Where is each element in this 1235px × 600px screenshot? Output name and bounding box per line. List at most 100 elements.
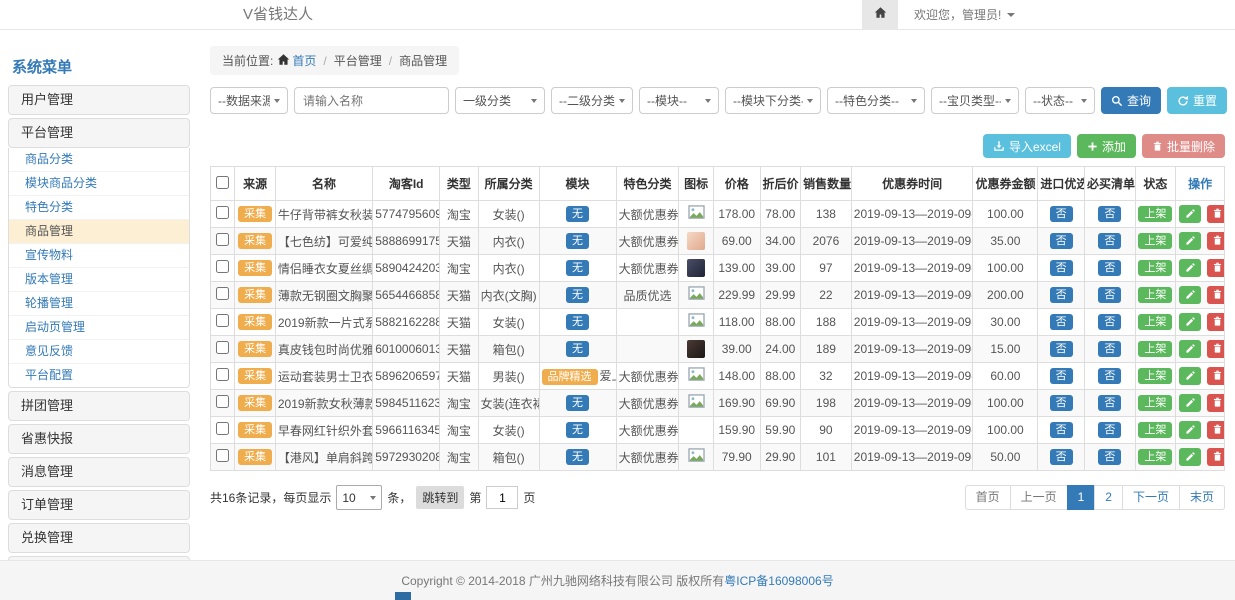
import-featured-badge[interactable]: 否 (1050, 422, 1073, 438)
must-buy-badge[interactable]: 否 (1098, 206, 1121, 222)
status-badge[interactable]: 上架 (1138, 422, 1172, 438)
jump-button[interactable]: 跳转到 (416, 486, 464, 509)
row-checkbox[interactable] (216, 449, 229, 462)
page-button-first[interactable]: 首页 (965, 485, 1011, 510)
query-button[interactable]: 查询 (1101, 87, 1161, 114)
reset-button[interactable]: 重置 (1167, 87, 1227, 114)
delete-button[interactable] (1207, 394, 1225, 412)
row-checkbox[interactable] (216, 206, 229, 219)
row-checkbox[interactable] (216, 314, 229, 327)
jump-page-input[interactable] (486, 486, 518, 509)
delete-button[interactable] (1207, 232, 1225, 250)
icp-link[interactable]: 粤ICP备16098006号 (724, 572, 833, 589)
delete-button[interactable] (1207, 205, 1225, 223)
sidebar-item-goods-category[interactable]: 商品分类 (9, 148, 189, 172)
sidebar-section-order[interactable]: 订单管理 (8, 490, 190, 520)
edit-button[interactable] (1179, 286, 1201, 304)
sidebar-item-platform-config[interactable]: 平台配置 (9, 364, 189, 387)
import-featured-badge[interactable]: 否 (1050, 341, 1073, 357)
page-button-next[interactable]: 下一页 (1122, 485, 1180, 510)
page-button-last[interactable]: 末页 (1179, 485, 1225, 510)
delete-button[interactable] (1207, 259, 1225, 277)
edit-button[interactable] (1179, 448, 1201, 466)
sidebar-item-goods-management[interactable]: 商品管理 (9, 220, 189, 244)
must-buy-badge[interactable]: 否 (1098, 314, 1121, 330)
row-checkbox[interactable] (216, 287, 229, 300)
import-featured-badge[interactable]: 否 (1050, 314, 1073, 330)
sidebar-item-feedback[interactable]: 意见反馈 (9, 340, 189, 364)
status-badge[interactable]: 上架 (1138, 260, 1172, 276)
filter-select-item-type[interactable]: --宝贝类型-- (931, 87, 1019, 114)
sidebar-section-exchange[interactable]: 兑换管理 (8, 523, 190, 553)
filter-select-module[interactable]: --模块-- (639, 87, 719, 114)
must-buy-badge[interactable]: 否 (1098, 422, 1121, 438)
import-featured-badge[interactable]: 否 (1050, 233, 1073, 249)
delete-button[interactable] (1207, 421, 1225, 439)
must-buy-badge[interactable]: 否 (1098, 395, 1121, 411)
status-badge[interactable]: 上架 (1138, 287, 1172, 303)
page-button-1[interactable]: 1 (1067, 485, 1096, 510)
must-buy-badge[interactable]: 否 (1098, 260, 1121, 276)
status-badge[interactable]: 上架 (1138, 368, 1172, 384)
filter-select-status[interactable]: --状态-- (1025, 87, 1095, 114)
status-badge[interactable]: 上架 (1138, 395, 1172, 411)
delete-button[interactable] (1207, 340, 1225, 358)
import-featured-badge[interactable]: 否 (1050, 206, 1073, 222)
sidebar-section-platform[interactable]: 平台管理 (8, 118, 190, 148)
filter-select-data-source[interactable]: --数据来源-- (210, 87, 288, 114)
must-buy-badge[interactable]: 否 (1098, 368, 1121, 384)
must-buy-badge[interactable]: 否 (1098, 449, 1121, 465)
filter-select-feature-category[interactable]: --特色分类-- (827, 87, 925, 114)
must-buy-badge[interactable]: 否 (1098, 341, 1121, 357)
filter-select-level2-category[interactable]: --二级分类-- (551, 87, 633, 114)
import-featured-badge[interactable]: 否 (1050, 449, 1073, 465)
row-checkbox[interactable] (216, 368, 229, 381)
batch-delete-button[interactable]: 批量删除 (1142, 134, 1225, 158)
edit-button[interactable] (1179, 313, 1201, 331)
edit-button[interactable] (1179, 367, 1201, 385)
filter-select-module-subcategory[interactable]: --模块下分类-- (725, 87, 821, 114)
delete-button[interactable] (1207, 448, 1225, 466)
edit-button[interactable] (1179, 421, 1201, 439)
row-checkbox[interactable] (216, 395, 229, 408)
user-menu[interactable]: 欢迎您，管理员! (914, 6, 1015, 23)
import-featured-badge[interactable]: 否 (1050, 368, 1073, 384)
import-featured-badge[interactable]: 否 (1050, 260, 1073, 276)
breadcrumb-home-link[interactable]: 首页 (292, 54, 316, 68)
home-button[interactable] (862, 0, 898, 29)
sidebar-item-splash-page[interactable]: 启动页管理 (9, 316, 189, 340)
must-buy-badge[interactable]: 否 (1098, 287, 1121, 303)
page-button-2[interactable]: 2 (1094, 485, 1123, 510)
sidebar-section-express-news[interactable]: 省惠快报 (8, 424, 190, 454)
row-checkbox[interactable] (216, 341, 229, 354)
app-logo[interactable]: V省钱达人 (243, 0, 313, 30)
add-button[interactable]: 添加 (1077, 134, 1136, 158)
edit-button[interactable] (1179, 394, 1201, 412)
status-badge[interactable]: 上架 (1138, 314, 1172, 330)
page-size-select[interactable]: 10 (336, 485, 382, 510)
sidebar-item-module-goods-category[interactable]: 模块商品分类 (9, 172, 189, 196)
sidebar-item-version[interactable]: 版本管理 (9, 268, 189, 292)
filter-select-level1-category[interactable]: 一级分类 (455, 87, 545, 114)
name-search-input[interactable] (294, 87, 449, 114)
sidebar-section-users[interactable]: 用户管理 (8, 85, 190, 115)
delete-button[interactable] (1207, 367, 1225, 385)
sidebar-item-feature-category[interactable]: 特色分类 (9, 196, 189, 220)
import-featured-badge[interactable]: 否 (1050, 395, 1073, 411)
import-featured-badge[interactable]: 否 (1050, 287, 1073, 303)
delete-button[interactable] (1207, 313, 1225, 331)
edit-button[interactable] (1179, 340, 1201, 358)
page-button-prev[interactable]: 上一页 (1010, 485, 1068, 510)
sidebar-item-carousel[interactable]: 轮播管理 (9, 292, 189, 316)
status-badge[interactable]: 上架 (1138, 206, 1172, 222)
row-checkbox[interactable] (216, 233, 229, 246)
status-badge[interactable]: 上架 (1138, 233, 1172, 249)
edit-button[interactable] (1179, 259, 1201, 277)
sidebar-section-group-buy[interactable]: 拼团管理 (8, 391, 190, 421)
row-checkbox[interactable] (216, 422, 229, 435)
edit-button[interactable] (1179, 232, 1201, 250)
edit-button[interactable] (1179, 205, 1201, 223)
status-badge[interactable]: 上架 (1138, 341, 1172, 357)
sidebar-section-message[interactable]: 消息管理 (8, 457, 190, 487)
import-excel-button[interactable]: 导入excel (983, 134, 1071, 158)
